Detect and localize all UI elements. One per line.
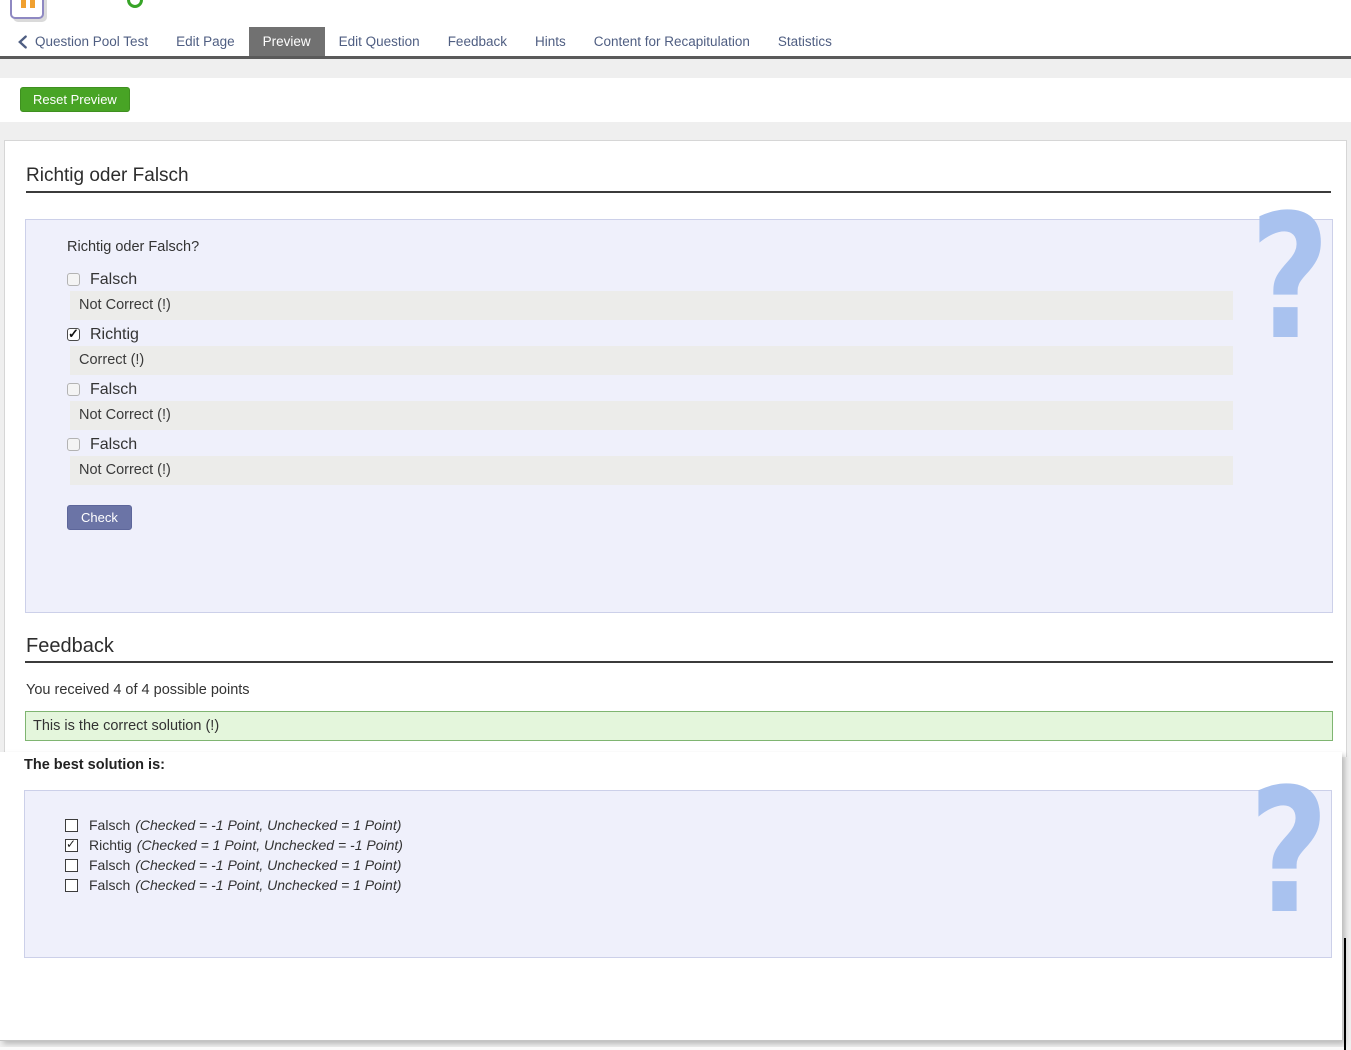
answer-row: Falsch Not Correct (!) [67, 433, 1233, 485]
answer-feedback-bar: Not Correct (!) [70, 291, 1233, 320]
tab[interactable]: Question Pool Test [18, 27, 162, 56]
answer-feedback-bar: Correct (!) [70, 346, 1233, 375]
solution-answer-label: Falsch [89, 857, 130, 873]
tab-label: Edit Page [176, 34, 235, 49]
solution-row: Falsch (Checked = -1 Point, Unchecked = … [65, 855, 403, 875]
question-mark-image: ? [1250, 192, 1330, 364]
tab-label: Hints [535, 34, 566, 49]
tab[interactable]: Edit Question [325, 27, 434, 56]
solution-answer-label: Richtig [89, 837, 132, 853]
question-prompt: Richtig oder Falsch? [67, 239, 199, 255]
question-title: Richtig oder Falsch [26, 165, 189, 187]
feedback-divider [25, 661, 1333, 663]
tab[interactable]: Edit Page [162, 27, 249, 56]
solution-row: Richtig (Checked = 1 Point, Unchecked = … [65, 835, 403, 855]
best-solution-panel: Falsch (Checked = -1 Point, Unchecked = … [24, 790, 1332, 958]
answer-checkbox[interactable] [67, 383, 80, 396]
tab[interactable]: Feedback [434, 27, 521, 56]
answer-row: Falsch Not Correct (!) [67, 378, 1233, 430]
question-panel: Richtig oder Falsch? Falsch Not Correct … [25, 219, 1333, 613]
answers-list: Falsch Not Correct (!) Richtig Correct (… [67, 268, 1233, 488]
solution-row: Falsch (Checked = -1 Point, Unchecked = … [65, 875, 403, 895]
tab-bar: Question Pool Test Edit Page Preview Edi… [18, 27, 846, 56]
solution-points-detail: (Checked = -1 Point, Unchecked = 1 Point… [135, 857, 401, 873]
solution-points-detail: (Checked = -1 Point, Unchecked = 1 Point… [135, 817, 401, 833]
tab-label: Statistics [778, 34, 832, 49]
tab-label: Question Pool Test [35, 34, 148, 49]
answer-label: Richtig [90, 326, 139, 344]
answer-label: Falsch [90, 271, 137, 289]
toolbar: Reset Preview [0, 78, 1351, 122]
question-preview-card: Richtig oder Falsch Richtig oder Falsch?… [4, 140, 1347, 757]
points-text: You received 4 of 4 possible points [26, 682, 250, 698]
check-button[interactable]: Check [67, 505, 132, 530]
tab[interactable]: Preview [249, 27, 325, 56]
solution-checkbox [65, 879, 78, 892]
correct-solution-box: This is the correct solution (!) [25, 711, 1333, 741]
answer-row: Falsch Not Correct (!) [67, 268, 1233, 320]
answer-option: Falsch [67, 378, 1233, 401]
answer-row: Richtig Correct (!) [67, 323, 1233, 375]
tab[interactable]: Content for Recapitulation [580, 27, 764, 56]
tab[interactable]: Hints [521, 27, 580, 56]
best-solution-section: The best solution is: Falsch (Checked = … [0, 752, 1342, 1041]
solution-checkbox [65, 819, 78, 832]
solution-checkbox [65, 859, 78, 872]
solution-row: Falsch (Checked = -1 Point, Unchecked = … [65, 815, 403, 835]
answer-label: Falsch [90, 436, 137, 454]
scrollbar-line[interactable] [1344, 938, 1346, 1050]
answer-option: Falsch [67, 268, 1233, 291]
solution-answer-label: Falsch [89, 877, 130, 893]
tab[interactable]: Statistics [764, 27, 846, 56]
status-circle-icon [127, 0, 143, 8]
answer-checkbox[interactable] [67, 328, 80, 341]
answer-option: Falsch [67, 433, 1233, 456]
reset-preview-button[interactable]: Reset Preview [20, 87, 130, 112]
tab-label: Preview [263, 34, 311, 49]
answer-option: Richtig [67, 323, 1233, 346]
top-header: Question Pool Test Edit Page Preview Edi… [0, 0, 1351, 59]
solution-answers-list: Falsch (Checked = -1 Point, Unchecked = … [65, 815, 403, 895]
solution-points-detail: (Checked = -1 Point, Unchecked = 1 Point… [135, 877, 401, 893]
tab-label: Feedback [448, 34, 507, 49]
tab-label: Content for Recapitulation [594, 34, 750, 49]
back-icon [18, 35, 27, 49]
answer-checkbox[interactable] [67, 438, 80, 451]
answer-label: Falsch [90, 381, 137, 399]
answer-checkbox[interactable] [67, 273, 80, 286]
best-solution-label: The best solution is: [24, 757, 165, 773]
answer-feedback-bar: Not Correct (!) [70, 456, 1233, 485]
solution-answer-label: Falsch [89, 817, 130, 833]
title-divider [26, 191, 1331, 193]
tab-label: Edit Question [339, 34, 420, 49]
solution-checkbox [65, 839, 78, 852]
question-pool-icon[interactable] [10, 0, 44, 19]
question-mark-image: ? [1249, 766, 1329, 938]
pool-icon-mark [21, 0, 26, 8]
feedback-heading: Feedback [26, 635, 114, 658]
pool-icon-mark [30, 0, 35, 8]
answer-feedback-bar: Not Correct (!) [70, 401, 1233, 430]
solution-points-detail: (Checked = 1 Point, Unchecked = -1 Point… [137, 837, 403, 853]
